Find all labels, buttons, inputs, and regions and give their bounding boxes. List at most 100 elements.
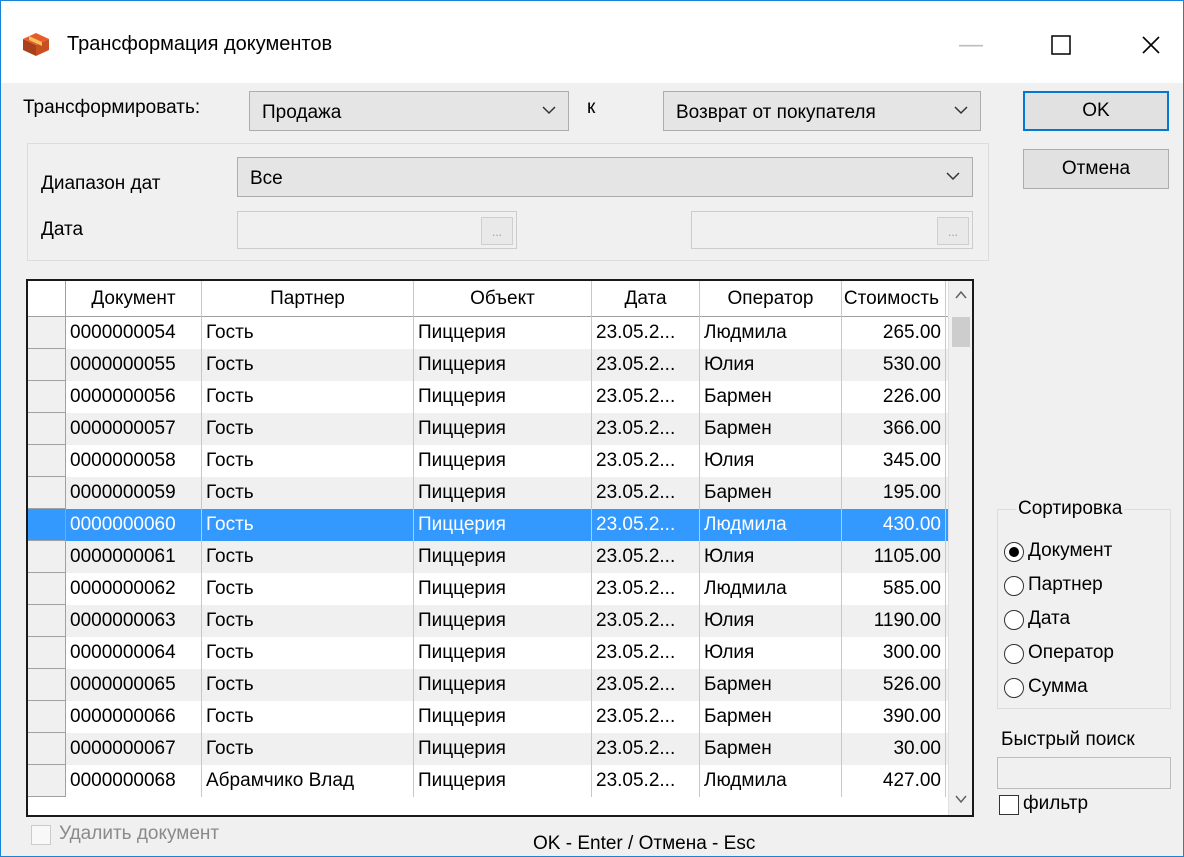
cell-document: 0000000065 xyxy=(66,669,202,701)
delete-document-checkbox[interactable] xyxy=(31,825,51,845)
table-row[interactable]: 0000000068 Абрамчико Влад Пиццерия 23.05.2.… xyxy=(28,765,948,797)
row-header[interactable] xyxy=(28,445,66,477)
table-row[interactable]: 0000000065 Гость Пиццерия 23.05.2... Бармен 5… xyxy=(28,669,948,701)
table-row[interactable]: 0000000055 Гость Пиццерия 23.05.2... Юлия 530… xyxy=(28,349,948,381)
row-header[interactable] xyxy=(28,733,66,765)
date-from-picker-button[interactable]: ... xyxy=(481,217,513,245)
cell-partner: Гость xyxy=(202,477,414,509)
row-header[interactable] xyxy=(28,765,66,797)
date-to-field[interactable]: ... xyxy=(691,211,973,249)
sort-radio-sum[interactable]: Сумма xyxy=(1004,674,1172,702)
cell-document: 0000000068 xyxy=(66,765,202,797)
sort-radio-operator[interactable]: Оператор xyxy=(1004,640,1172,668)
row-header[interactable] xyxy=(28,477,66,509)
sort-radio-date[interactable]: Дата xyxy=(1004,606,1172,634)
cell-document: 0000000063 xyxy=(66,605,202,637)
cell-date: 23.05.2... xyxy=(592,445,700,477)
table-row[interactable]: 0000000060 Гость Пиццерия 23.05.2... Людмила… xyxy=(28,509,948,541)
radio-circle[interactable] xyxy=(1004,644,1024,664)
column-header-partner[interactable]: Партнер xyxy=(202,281,414,317)
cell-partner: Гость xyxy=(202,349,414,381)
table-row[interactable]: 0000000057 Гость Пиццерия 23.05.2... Бармен 3… xyxy=(28,413,948,445)
table-row[interactable]: 0000000061 Гость Пиццерия 23.05.2... Юлия 110… xyxy=(28,541,948,573)
sort-radio-partner[interactable]: Партнер xyxy=(1004,572,1172,600)
table-row[interactable]: 0000000058 Гость Пиццерия 23.05.2... Юлия 345… xyxy=(28,445,948,477)
cell-object: Пиццерия xyxy=(414,349,592,381)
cell-date: 23.05.2... xyxy=(592,605,700,637)
cell-partner: Гость xyxy=(202,605,414,637)
radio-circle[interactable] xyxy=(1004,542,1024,562)
column-header-operator[interactable]: Оператор xyxy=(700,281,842,317)
filter-label: фильтр xyxy=(1023,793,1089,814)
scroll-up-icon[interactable] xyxy=(953,287,969,303)
maximize-button[interactable] xyxy=(1031,23,1091,67)
cell-document: 0000000054 xyxy=(66,317,202,349)
cell-date: 23.05.2... xyxy=(592,733,700,765)
radio-circle[interactable] xyxy=(1004,576,1024,596)
filter-checkbox[interactable] xyxy=(999,795,1019,815)
quick-search-input[interactable] xyxy=(997,757,1171,789)
column-header-cost[interactable]: Стоимость xyxy=(842,281,946,317)
cell-cost: 366.00 xyxy=(842,413,946,445)
radio-circle[interactable] xyxy=(1004,610,1024,630)
transform-to-select[interactable]: Возврат от покупателя xyxy=(663,91,981,131)
radio-circle[interactable] xyxy=(1004,678,1024,698)
cell-partner: Гость xyxy=(202,669,414,701)
close-button[interactable] xyxy=(1121,23,1181,67)
cell-document: 0000000064 xyxy=(66,637,202,669)
date-range-label: Диапазон дат xyxy=(41,173,161,194)
sort-radio-document[interactable]: Документ xyxy=(1004,538,1172,566)
row-header[interactable] xyxy=(28,605,66,637)
row-header[interactable] xyxy=(28,349,66,381)
chevron-down-icon xyxy=(542,106,556,115)
cell-object: Пиццерия xyxy=(414,317,592,349)
table-row[interactable]: 0000000066 Гость Пиццерия 23.05.2... Бармен 3… xyxy=(28,701,948,733)
date-to-picker-button[interactable]: ... xyxy=(937,217,969,245)
cell-partner: Гость xyxy=(202,413,414,445)
row-header[interactable] xyxy=(28,381,66,413)
row-header[interactable] xyxy=(28,669,66,701)
cell-date: 23.05.2... xyxy=(592,637,700,669)
row-header[interactable] xyxy=(28,541,66,573)
scroll-thumb[interactable] xyxy=(952,317,970,347)
table-row[interactable]: 0000000059 Гость Пиццерия 23.05.2... Бармен 1… xyxy=(28,477,948,509)
column-header-date[interactable]: Дата xyxy=(592,281,700,317)
transform-to-value: Возврат от покупателя xyxy=(676,102,876,123)
table-row[interactable]: 0000000056 Гость Пиццерия 23.05.2... Бармен 2… xyxy=(28,381,948,413)
date-range-select[interactable]: Все xyxy=(237,157,973,197)
cell-document: 0000000058 xyxy=(66,445,202,477)
column-header-document[interactable]: Документ xyxy=(66,281,202,317)
row-header[interactable] xyxy=(28,637,66,669)
row-header[interactable] xyxy=(28,413,66,445)
to-label: к xyxy=(587,97,596,118)
cell-cost: 585.00 xyxy=(842,573,946,605)
sort-option-label: Документ xyxy=(1028,540,1113,561)
transform-from-select[interactable]: Продажа xyxy=(249,91,569,131)
table-row[interactable]: 0000000064 Гость Пиццерия 23.05.2... Юлия 300… xyxy=(28,637,948,669)
cancel-button[interactable]: Отмена xyxy=(1023,149,1169,189)
date-from-field[interactable]: ... xyxy=(237,211,517,249)
row-header[interactable] xyxy=(28,317,66,349)
cell-date: 23.05.2... xyxy=(592,765,700,797)
cell-document: 0000000059 xyxy=(66,477,202,509)
row-header[interactable] xyxy=(28,509,66,541)
cell-cost: 265.00 xyxy=(842,317,946,349)
cell-operator: Людмила xyxy=(700,509,842,541)
cell-partner: Гость xyxy=(202,637,414,669)
cell-cost: 1105.00 xyxy=(842,541,946,573)
row-header[interactable] xyxy=(28,573,66,605)
ok-button[interactable]: OK xyxy=(1023,91,1169,131)
table-row[interactable]: 0000000062 Гость Пиццерия 23.05.2... Людмила… xyxy=(28,573,948,605)
cell-date: 23.05.2... xyxy=(592,381,700,413)
cell-partner: Абрамчико Влад xyxy=(202,765,414,797)
minimize-button[interactable]: — xyxy=(941,23,1001,67)
quick-search-label: Быстрый поиск xyxy=(1001,729,1135,750)
table-row[interactable]: 0000000054 Гость Пиццерия 23.05.2... Людмила… xyxy=(28,317,948,349)
grid-vertical-scrollbar[interactable] xyxy=(948,281,972,815)
column-header-object[interactable]: Объект xyxy=(414,281,592,317)
row-header[interactable] xyxy=(28,701,66,733)
table-row[interactable]: 0000000067 Гость Пиццерия 23.05.2... Бармен 3… xyxy=(28,733,948,765)
documents-grid[interactable]: Документ Партнер Объект Дата Оператор Ст… xyxy=(26,279,974,817)
scroll-down-icon[interactable] xyxy=(953,791,969,807)
table-row[interactable]: 0000000063 Гость Пиццерия 23.05.2... Юлия 119… xyxy=(28,605,948,637)
